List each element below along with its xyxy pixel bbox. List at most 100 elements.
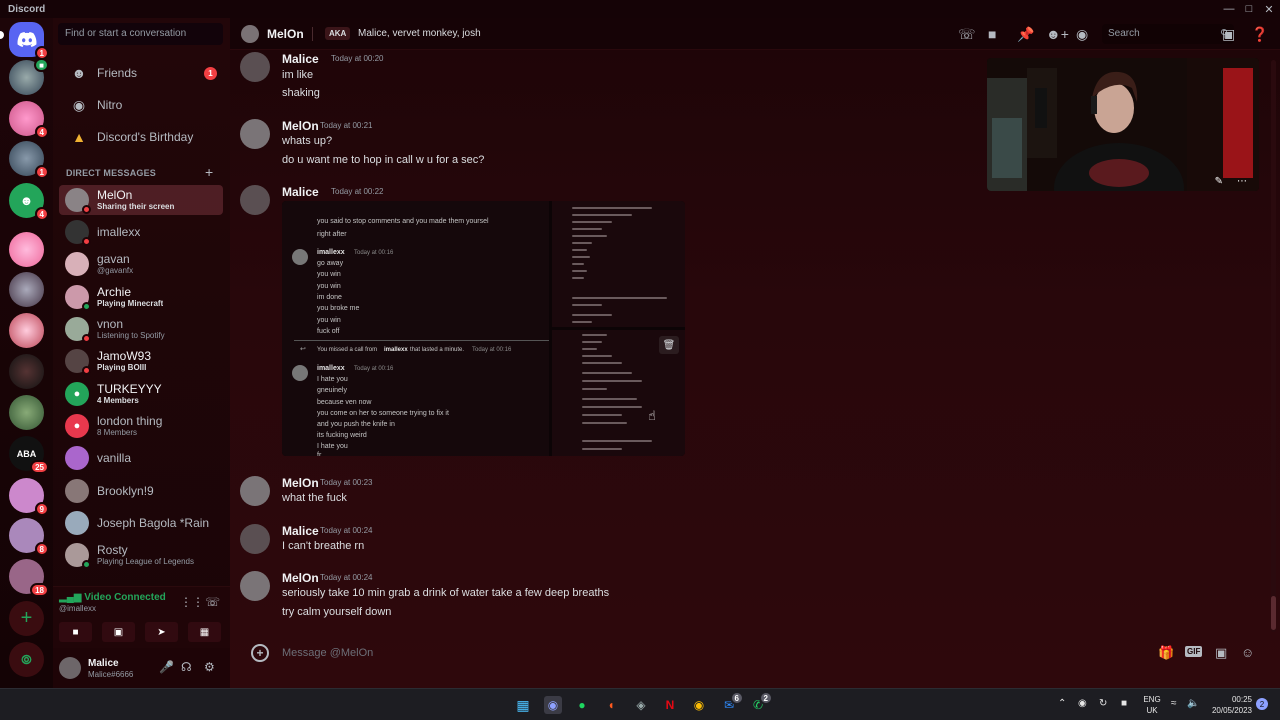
gif-button[interactable]: GIF (1185, 646, 1203, 657)
mail-icon[interactable]: ✉ 6 (720, 691, 744, 714)
discord-taskbar-icon[interactable]: ◉ (544, 696, 562, 714)
message-input[interactable]: Message @MelOn (282, 647, 373, 659)
wifi-icon[interactable]: ≈ (1171, 698, 1177, 709)
browser-icon[interactable]: ◖ (602, 696, 620, 714)
dm-item[interactable]: Joseph Bagola *Rain (59, 508, 223, 538)
avatar[interactable] (240, 119, 270, 149)
add-friends-icon[interactable]: ☻+ (1046, 26, 1069, 42)
chrome-icon[interactable]: ◉ (690, 696, 708, 714)
message-author[interactable]: MelOn (282, 119, 319, 133)
gift-icon[interactable]: 🎁 (1158, 645, 1174, 661)
dm-item[interactable]: ● TURKEYYY 4 Members (59, 379, 223, 409)
avatar[interactable] (240, 571, 270, 601)
dm-item[interactable]: Brooklyn!9 (59, 476, 223, 506)
server-icon[interactable]: 9 (9, 478, 49, 516)
add-server-button[interactable]: + (9, 601, 44, 636)
settings-gear-icon[interactable]: ⚙ (204, 660, 215, 674)
steam-icon[interactable]: ◉ (1078, 698, 1087, 709)
language-indicator[interactable]: ENG UK (1141, 694, 1163, 716)
activity-button[interactable]: ➤ (145, 622, 178, 642)
more-options-icon[interactable]: ⋯ (1237, 176, 1247, 187)
help-icon[interactable]: ❓ (1251, 26, 1268, 43)
user-profile-icon[interactable]: ◉ (1076, 26, 1088, 43)
server-icon[interactable]: 18 (9, 559, 49, 597)
dm-item[interactable]: imallexx (59, 217, 223, 247)
nav-nitro[interactable]: ◉ Nitro (59, 90, 223, 120)
screenshot-image[interactable]: you said to stop comments and you made t… (282, 201, 549, 456)
image-attachment[interactable]: you said to stop comments and you made t… (282, 201, 685, 456)
edit-icon[interactable]: ✎ (1215, 176, 1223, 187)
server-icon[interactable]: ABA 25 (9, 436, 49, 474)
dm-item[interactable]: MelOn Sharing their screen (59, 185, 223, 215)
server-icon[interactable] (9, 395, 44, 430)
server-icon[interactable] (9, 354, 44, 389)
add-attachment-button[interactable]: + (251, 644, 269, 662)
server-rail: 1 ■ 4 1 ☻ 4 ABA 25 9 8 18 + ⦾ (0, 18, 53, 688)
search-input[interactable]: Search ⚲ (1102, 24, 1234, 44)
headphones-icon[interactable]: ☊ (181, 660, 192, 674)
shield-icon[interactable]: ◈ (632, 696, 650, 714)
dm-item[interactable]: Archie Playing Minecraft (59, 282, 223, 312)
message-composer[interactable]: + Message @MelOn 🎁 GIF ▣ ☺ (241, 636, 1271, 672)
home-button[interactable]: 1 (9, 22, 49, 60)
dm-item[interactable]: vanilla (59, 443, 223, 473)
dm-item[interactable]: ● london thing 8 Members (59, 411, 223, 441)
server-icon[interactable]: 8 (9, 518, 49, 556)
chevron-up-icon[interactable]: ⌃ (1058, 698, 1066, 709)
dm-item[interactable]: JamoW93 Playing BOIII (59, 346, 223, 376)
screen-share-button[interactable]: ▣ (102, 622, 135, 642)
voice-call-icon[interactable]: ☏ (958, 26, 976, 43)
notification-badge[interactable]: 2 (1256, 698, 1268, 710)
disconnect-icon[interactable]: ☏ (205, 595, 220, 609)
nav-discord-birthday[interactable]: ▲ Discord's Birthday (59, 122, 223, 152)
close-icon[interactable]: ✕ (1256, 0, 1280, 18)
avatar[interactable] (240, 185, 270, 215)
message-author[interactable]: Malice (282, 185, 319, 199)
delete-attachment-icon[interactable]: 🗑 (659, 336, 679, 354)
server-icon[interactable]: 4 (9, 101, 49, 139)
pin-icon[interactable]: 📌 (1017, 26, 1034, 43)
dm-item[interactable]: gavan @gavanfx (59, 249, 223, 279)
dm-item[interactable]: Rosty Playing League of Legends (59, 540, 223, 570)
netflix-icon[interactable]: N (661, 696, 679, 714)
sync-icon[interactable]: ↻ (1099, 698, 1107, 709)
create-dm-icon[interactable]: + (205, 164, 213, 180)
inbox-icon[interactable]: ▣ (1222, 26, 1235, 43)
server-icon[interactable] (9, 232, 44, 267)
dm-item[interactable]: vnon Listening to Spotify (59, 314, 223, 344)
video-icon: ■ (72, 626, 79, 638)
find-conversation-input[interactable]: Find or start a conversation (58, 23, 223, 45)
spotify-icon[interactable]: ● (573, 696, 591, 714)
scrollbar-thumb[interactable] (1271, 596, 1276, 630)
whatsapp-icon[interactable]: ✆ 2 (749, 691, 773, 714)
server-icon[interactable]: 1 (9, 141, 49, 179)
chat-scrollbar[interactable] (1271, 60, 1276, 632)
explore-button[interactable]: ⦾ (9, 642, 44, 677)
microphone-tray-icon[interactable]: ■ (1121, 698, 1127, 709)
message-author[interactable]: Malice (282, 52, 319, 66)
volume-icon[interactable]: 🔈 (1187, 698, 1199, 709)
avatar[interactable] (240, 524, 270, 554)
server-icon[interactable]: ■ (9, 58, 49, 95)
server-icon[interactable] (9, 272, 44, 307)
camera-button[interactable]: ■ (59, 622, 92, 642)
sticker-icon[interactable]: ▣ (1215, 645, 1227, 661)
message-time: Today at 00:21 (320, 121, 373, 130)
noise-suppression-icon[interactable]: ⋮⋮ (180, 595, 204, 609)
nav-friends[interactable]: ☻ Friends 1 (59, 58, 223, 88)
system-clock[interactable]: 00:25 20/05/2023 (1205, 694, 1252, 716)
server-icon[interactable] (9, 313, 44, 348)
microphone-icon[interactable]: 🎤 (159, 660, 174, 674)
avatar[interactable] (240, 476, 270, 506)
server-icon[interactable]: ☻ 4 (9, 183, 49, 221)
message-author[interactable]: MelOn (282, 571, 319, 585)
windows-start-icon[interactable]: ▦ (514, 696, 532, 714)
message-author[interactable]: MelOn (282, 476, 319, 490)
message-author[interactable]: Malice (282, 524, 319, 538)
video-call-icon[interactable]: ■ (988, 26, 996, 42)
screenshot-image[interactable] (552, 201, 685, 327)
avatar[interactable] (59, 657, 81, 679)
avatar[interactable] (240, 52, 270, 82)
emoji-icon[interactable]: ☺ (1241, 645, 1254, 660)
soundboard-button[interactable]: ▦ (188, 622, 221, 642)
